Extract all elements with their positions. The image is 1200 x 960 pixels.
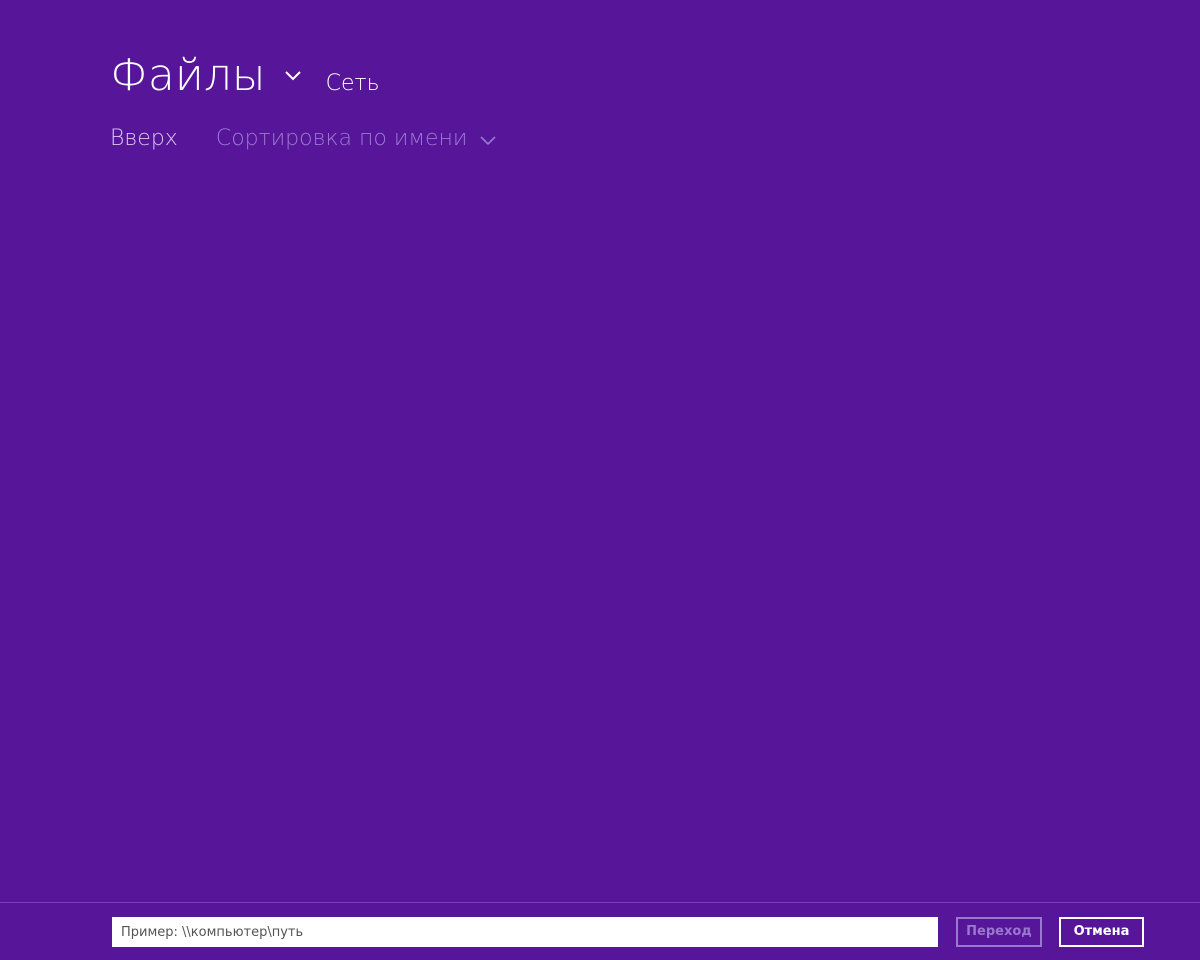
header: Файлы Сеть (110, 50, 380, 102)
chevron-down-icon[interactable] (284, 66, 302, 84)
up-button[interactable]: Вверх (110, 126, 178, 151)
sort-label: Сортировка по имени (215, 126, 468, 151)
go-button[interactable]: Переход (956, 917, 1042, 947)
cancel-button[interactable]: Отмена (1059, 917, 1144, 947)
chevron-down-icon (479, 130, 497, 148)
page-title[interactable]: Файлы (110, 50, 266, 102)
bottom-bar: Переход Отмена (0, 902, 1200, 960)
location-label: Сеть (325, 71, 380, 96)
subnav: Вверх Сортировка по имени (110, 126, 497, 151)
sort-dropdown[interactable]: Сортировка по имени (216, 126, 498, 151)
path-input[interactable] (112, 917, 938, 947)
